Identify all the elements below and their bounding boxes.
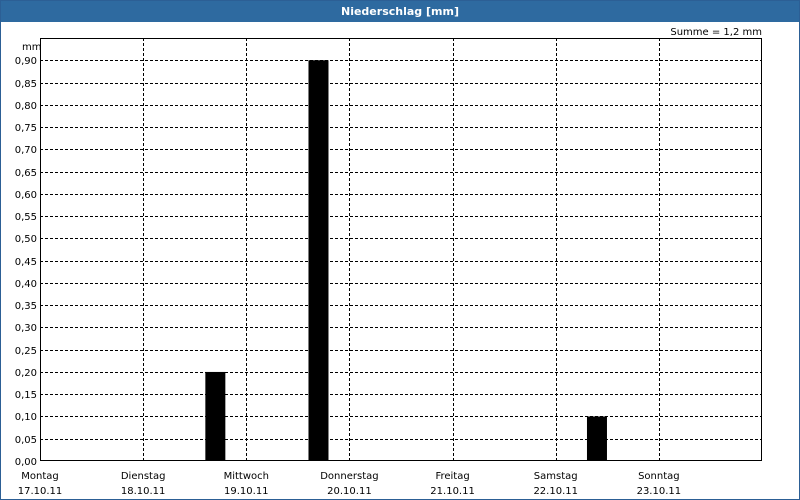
y-tick-label: 0,85 [15, 79, 37, 90]
y-tick-label: 0,05 [15, 435, 37, 446]
x-tick-label-date: 23.10.11 [637, 486, 682, 497]
y-tick-label: 0,60 [15, 190, 37, 201]
x-tick-label-day: Mittwoch [224, 471, 269, 482]
y-tick-label: 0,45 [15, 257, 37, 268]
bar [586, 416, 607, 461]
x-tick-label-date: 20.10.11 [327, 486, 372, 497]
y-tick-label: 0,65 [15, 168, 37, 179]
plot-area [40, 38, 762, 461]
y-tick-label: 0,70 [15, 145, 37, 156]
x-tick-label-date: 21.10.11 [430, 486, 475, 497]
x-tick-label-day: Freitag [435, 471, 469, 482]
precipitation-chart: 0,00 0,05 0,10 0,15 0,20 0,25 0,30 0,35 0,40 0,45… [15, 27, 762, 497]
x-tick-label-day: Dienstag [121, 471, 166, 482]
y-unit-label: mm [22, 42, 41, 53]
y-tick-label: 0,25 [15, 346, 37, 357]
x-tick-label-date: 19.10.11 [224, 486, 269, 497]
y-tick-label: 0,00 [15, 457, 37, 468]
y-tick-label: 0,40 [15, 279, 37, 290]
x-tick-label-date: 18.10.11 [121, 486, 166, 497]
x-tick-label-day: Donnerstag [320, 471, 378, 482]
y-tick-label: 0,90 [15, 56, 37, 67]
bar [205, 371, 226, 461]
y-tick-label: 0,10 [15, 412, 37, 423]
x-tick-label-date: 22.10.11 [533, 486, 578, 497]
bar [308, 60, 329, 462]
y-tick-label: 0,20 [15, 368, 37, 379]
x-tick-label-day: Sonntag [638, 471, 680, 482]
x-tick-label-day: Samstag [534, 471, 578, 482]
x-tick-label-date: 17.10.11 [18, 486, 63, 497]
y-tick-label: 0,50 [15, 234, 37, 245]
x-tick-label-day: Montag [21, 471, 58, 482]
y-tick-label: 0,55 [15, 212, 37, 223]
summary-label: Summe = 1,2 mm [670, 27, 762, 38]
y-tick-label: 0,15 [15, 390, 37, 401]
y-tick-label: 0,30 [15, 323, 37, 334]
y-tick-label: 0,75 [15, 123, 37, 134]
y-tick-label: 0,80 [15, 101, 37, 112]
y-tick-label: 0,35 [15, 301, 37, 312]
